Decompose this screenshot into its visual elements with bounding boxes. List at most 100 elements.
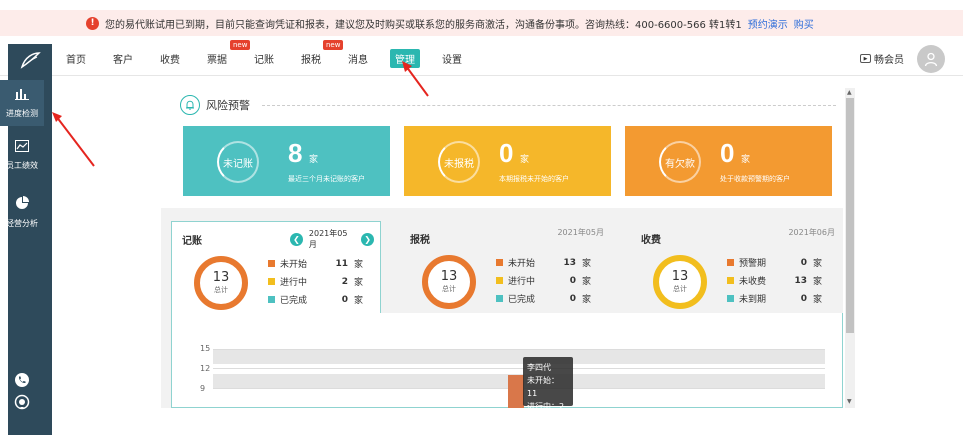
total-value: 13 [671, 269, 689, 284]
chart-bar[interactable] [508, 375, 524, 408]
card-desc: 本期报税未开始的客户 [499, 175, 569, 183]
tooltip-name: 李四代 [527, 363, 551, 372]
pie-chart-icon [0, 196, 44, 214]
card-value: 0 [720, 138, 735, 168]
nav-customers[interactable]: 客户 [113, 51, 133, 66]
grid-band [213, 349, 825, 364]
prev-month-button[interactable]: ❮ [290, 232, 303, 246]
gridline [213, 368, 825, 369]
legend-row: 未开始 13 家 [496, 256, 591, 269]
card-label: 未记账 [217, 141, 259, 183]
card-value: 8 [288, 138, 303, 168]
stat-date: 2021年05月 [557, 228, 604, 237]
card-unit: 家 [309, 155, 319, 165]
book-demo-link[interactable]: 预约演示 [748, 16, 788, 31]
card-desc: 处于收款预警期的客户 [720, 175, 790, 183]
annotation-arrow-icon [402, 61, 429, 97]
legend-row: 未到期 0 家 [727, 292, 822, 305]
bar-chart-icon [0, 88, 44, 104]
chart-tooltip: 李四代 未开始：11 进行中：2 [523, 357, 573, 411]
risk-card-untaxed[interactable]: 未报税 0 家 本期报税未开始的客户 [404, 126, 611, 196]
member-label: 畅会员 [874, 55, 904, 66]
avatar[interactable] [917, 45, 945, 73]
phone-button[interactable] [0, 372, 44, 390]
buy-link[interactable]: 购买 [794, 16, 814, 31]
nav-bookkeeping[interactable]: 记账 [254, 51, 274, 66]
y-tick-label: 9 [200, 384, 206, 393]
phone-icon [15, 373, 29, 387]
bell-icon [180, 95, 200, 115]
notice-text: 您的易代账试用已到期，目前只能查询凭证和报表，建议您及时购买或联系您的服务商激活… [105, 19, 742, 31]
legend-row: 进行中 2 家 [268, 275, 363, 288]
nav-tax[interactable]: 报税 [301, 51, 321, 66]
total-value: 13 [212, 270, 230, 285]
stat-fees[interactable]: 收费 2021年06月 13 总计 预警期 0 家 未收费 13 家 未到期 0 家 [631, 221, 841, 313]
total-label: 总计 [214, 286, 228, 294]
sidebar-item-analysis[interactable]: 经营分析 [0, 196, 44, 229]
total-label: 总计 [442, 285, 456, 293]
nav-fees[interactable]: 收费 [160, 51, 180, 66]
card-value: 0 [499, 138, 514, 168]
risk-card-arrears[interactable]: 有欠款 0 家 处于收款预警期的客户 [625, 126, 832, 196]
total-value: 13 [440, 269, 458, 284]
top-navigation [0, 40, 963, 76]
new-badge: new [323, 40, 344, 50]
legend-row: 未开始 11 家 [268, 257, 363, 270]
risk-title: 风险预警 [180, 95, 250, 115]
stat-title: 报税 [410, 235, 430, 246]
y-tick-label: 15 [200, 344, 211, 353]
legend-row: 未收费 13 家 [727, 274, 822, 287]
risk-title-text: 风险预警 [206, 99, 250, 112]
sidebar-item-label: 员工绩效 [6, 161, 38, 170]
nav-settings[interactable]: 设置 [442, 51, 462, 66]
nav-invoices[interactable]: 票据 [207, 51, 227, 66]
gridline [213, 349, 825, 350]
month-label: 2021年05月 [308, 229, 348, 249]
card-desc: 最近三个月未记账的客户 [288, 175, 365, 183]
stat-date: 2021年06月 [788, 228, 835, 237]
card-label: 有欠款 [659, 141, 701, 183]
stat-title: 记账 [182, 236, 202, 247]
total-ring: 13 总计 [422, 255, 476, 309]
stat-title: 收费 [641, 235, 661, 246]
risk-card-unbooked[interactable]: 未记账 8 家 最近三个月未记账的客户 [183, 126, 390, 196]
support-button[interactable] [0, 394, 44, 412]
app-logo[interactable] [8, 44, 52, 76]
total-label: 总计 [673, 285, 687, 293]
y-tick-label: 12 [200, 364, 211, 373]
legend-row: 已完成 0 家 [268, 293, 363, 306]
legend-row: 已完成 0 家 [496, 292, 591, 305]
sidebar-item-label: 经营分析 [6, 219, 38, 228]
sidebar-item-progress[interactable]: 进度检测 [0, 80, 44, 126]
scroll-up-icon[interactable]: ▲ [847, 89, 852, 96]
scrollbar-thumb[interactable] [846, 98, 854, 333]
stat-bookkeeping[interactable]: 记账 ❮ 2021年05月 ❯ 13 总计 未开始 11 家 进行中 2 家 已完成 0 家 [171, 221, 381, 317]
divider [262, 105, 836, 106]
legend-row: 进行中 0 家 [496, 274, 591, 287]
card-unit: 家 [741, 155, 751, 165]
scroll-down-icon[interactable]: ▼ [847, 398, 852, 405]
new-badge: new [230, 40, 251, 50]
stat-tax[interactable]: 报税 2021年05月 13 总计 未开始 13 家 进行中 0 家 已完成 0 家 [400, 221, 610, 313]
user-icon [924, 52, 938, 67]
nav-home[interactable]: 首页 [66, 51, 86, 66]
card-label: 未报税 [438, 141, 480, 183]
image-chart-icon [0, 140, 44, 156]
trial-expired-notice: ! 您的易代账试用已到期，目前只能查询凭证和报表，建议您及时购买或联系您的服务商… [0, 10, 963, 36]
headset-icon [14, 394, 30, 410]
tooltip-line: 未开始：11 [527, 376, 559, 398]
leaf-logo-icon [20, 52, 41, 69]
annotation-arrow-icon [52, 112, 95, 167]
warning-icon: ! [86, 16, 99, 30]
member-button[interactable]: ▶ 畅会员 [860, 51, 904, 66]
nav-messages[interactable]: 消息 [348, 51, 368, 66]
tooltip-line: 进行中：2 [527, 402, 565, 411]
next-month-button[interactable]: ❯ [361, 232, 375, 246]
card-unit: 家 [520, 155, 530, 165]
total-ring: 13 总计 [653, 255, 707, 309]
total-ring: 13 总计 [194, 256, 248, 310]
month-navigator: ❮ 2021年05月 ❯ [284, 228, 380, 250]
play-icon: ▶ [860, 54, 871, 63]
legend-row: 预警期 0 家 [727, 256, 822, 269]
sidebar-item-performance[interactable]: 员工绩效 [0, 140, 44, 171]
